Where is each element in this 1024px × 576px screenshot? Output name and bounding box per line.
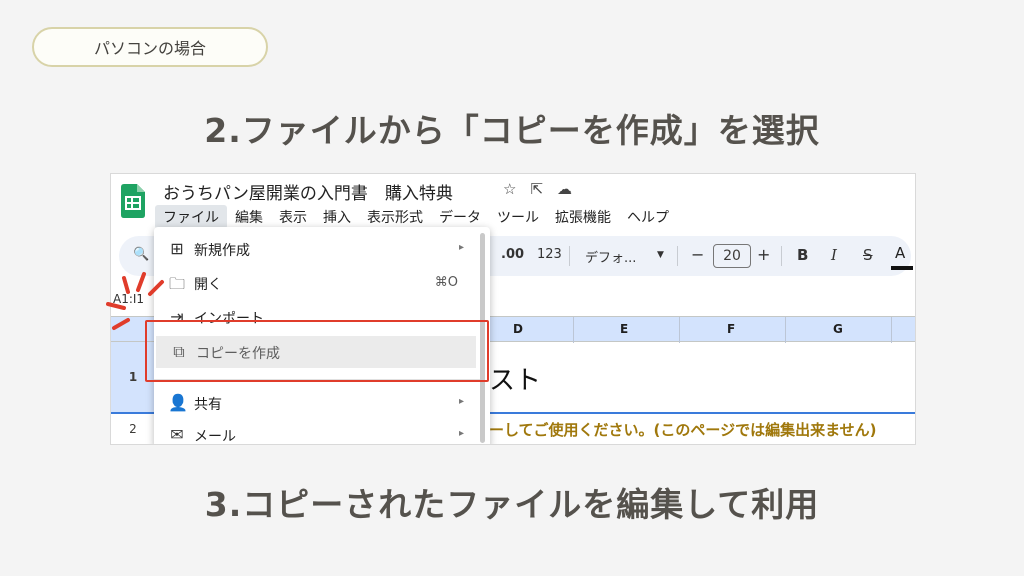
section-pill: パソコンの場合 xyxy=(32,27,268,67)
highlight-box xyxy=(145,320,489,382)
col-divider xyxy=(785,317,786,343)
toolbar-divider xyxy=(569,246,570,266)
menu-file[interactable]: ファイル xyxy=(155,205,227,229)
file-menu-email-label: メール xyxy=(194,429,236,445)
menu-edit[interactable]: 編集 xyxy=(227,205,271,229)
bold-button[interactable]: B xyxy=(797,246,808,264)
sheets-logo-icon xyxy=(121,184,145,218)
submenu-arrow-icon: ▸ xyxy=(458,428,464,439)
cell-title-text[interactable]: スト xyxy=(489,360,541,397)
star-icon[interactable]: ☆ xyxy=(503,180,516,198)
font-size-minus-button[interactable]: − xyxy=(691,245,704,264)
file-menu-share-label: 共有 xyxy=(194,397,222,413)
file-menu-email[interactable]: ✉ メール ▸ xyxy=(154,419,474,445)
file-menu-open-label: 開く xyxy=(194,277,222,293)
col-divider xyxy=(891,317,892,343)
doc-title: おうちパン屋開業の入門書 購入特典 xyxy=(163,184,453,204)
mail-icon: ✉ xyxy=(170,425,184,444)
column-header-f[interactable]: F xyxy=(727,322,735,336)
font-size-plus-button[interactable]: + xyxy=(757,245,770,264)
search-icon[interactable]: 🔍 xyxy=(133,247,149,262)
col-divider xyxy=(573,317,574,343)
shortcut-label: ⌘O xyxy=(434,275,458,290)
file-menu-new-label: 新規作成 xyxy=(194,243,250,259)
pill-label: パソコンの場合 xyxy=(93,39,206,58)
chevron-down-icon[interactable]: ▼ xyxy=(657,250,664,260)
toolbar-divider xyxy=(781,246,782,266)
menu-insert[interactable]: 挿入 xyxy=(315,205,359,229)
folder-icon: 🗀 xyxy=(168,274,185,293)
more-formats-button[interactable]: 123 xyxy=(537,247,562,262)
text-color-button[interactable]: A xyxy=(890,244,914,270)
menu-format[interactable]: 表示形式 xyxy=(359,205,431,229)
file-menu-open[interactable]: 🗀 開く ⌘O xyxy=(154,267,474,299)
font-size-input[interactable]: 20 xyxy=(713,244,751,268)
cell-note-text[interactable]: ーしてご使用ください。(このページでは編集出来ません) xyxy=(489,419,877,440)
spreadsheet-screenshot: おうちパン屋開業の入門書 購入特典 ☆ ⇱ ☁ ファイル 編集 表示 挿入 表示… xyxy=(110,173,916,445)
col-divider xyxy=(679,317,680,343)
toolbar-divider xyxy=(677,246,678,266)
menu-data[interactable]: データ xyxy=(431,205,489,229)
emphasis-burst-icon xyxy=(106,272,164,330)
menubar: ファイル 編集 表示 挿入 表示形式 データ ツール 拡張機能 ヘルプ xyxy=(155,205,677,229)
file-menu-new[interactable]: ⊞ 新規作成 ▸ xyxy=(154,233,474,265)
share-person-icon: 👤 xyxy=(168,393,188,412)
row-header-2[interactable]: 2 xyxy=(111,414,156,444)
column-header-e[interactable]: E xyxy=(620,322,628,336)
step3-heading: 3.コピーされたファイルを編集して利用 xyxy=(204,485,820,524)
column-header-d[interactable]: D xyxy=(513,322,523,336)
menu-help[interactable]: ヘルプ xyxy=(619,205,677,229)
strikethrough-button[interactable]: S xyxy=(863,246,873,264)
italic-button[interactable]: I xyxy=(831,246,837,264)
plus-box-icon: ⊞ xyxy=(170,239,184,258)
column-header-g[interactable]: G xyxy=(833,322,843,336)
cloud-status-icon[interactable]: ☁ xyxy=(557,180,572,198)
file-menu-share[interactable]: 👤 共有 ▸ xyxy=(154,387,474,419)
move-to-folder-icon[interactable]: ⇱ xyxy=(530,180,543,198)
menu-view[interactable]: 表示 xyxy=(271,205,315,229)
menu-extensions[interactable]: 拡張機能 xyxy=(547,205,619,229)
font-select[interactable]: デフォ... xyxy=(585,247,636,266)
title-icons: ☆ ⇱ ☁ xyxy=(503,180,572,198)
increase-decimal-button[interactable]: .00 xyxy=(501,247,524,262)
submenu-arrow-icon: ▸ xyxy=(458,242,464,253)
menu-tools[interactable]: ツール xyxy=(489,205,547,229)
step2-heading: 2.ファイルから「コピーを作成」を選択 xyxy=(204,111,820,150)
submenu-arrow-icon: ▸ xyxy=(458,396,464,407)
